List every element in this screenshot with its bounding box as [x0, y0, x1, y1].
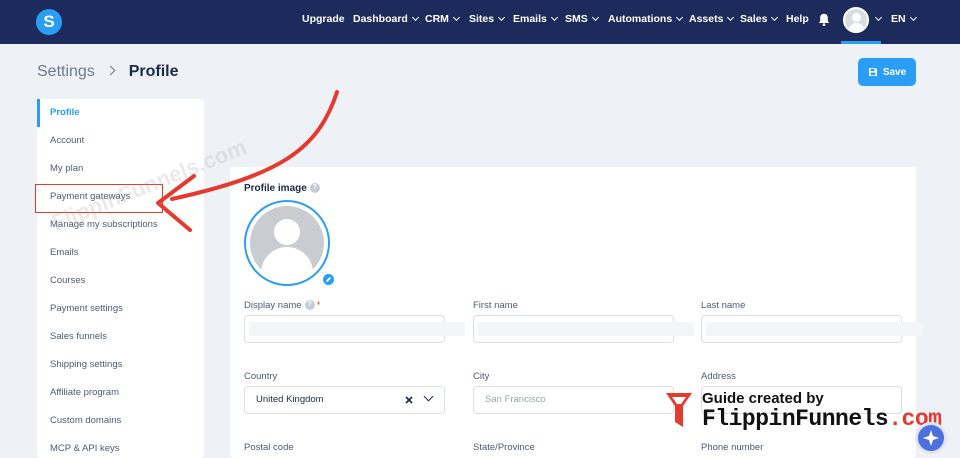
- chevron-down-icon: [550, 13, 558, 22]
- sparkle-icon: [923, 430, 939, 446]
- state-province-label: State/Province: [473, 442, 535, 453]
- guide-credit: Guide created by FlippinFunnels.com: [664, 388, 944, 436]
- sidebar-item-profile[interactable]: Profile: [50, 107, 80, 118]
- display-name-input[interactable]: [244, 315, 465, 343]
- active-item-indicator: [37, 99, 40, 127]
- chevron-down-icon: [771, 13, 779, 22]
- user-menu-chevron[interactable]: [871, 13, 883, 25]
- nav-sites[interactable]: Sites: [469, 13, 506, 25]
- nav-dashboard[interactable]: Dashboard: [353, 13, 419, 25]
- sidebar-item-mcp-api-keys[interactable]: MCP & API keys: [50, 443, 120, 454]
- nav-upgrade[interactable]: Upgrade: [302, 13, 345, 25]
- country-label: Country: [244, 371, 278, 382]
- brand-funnel-icon: [666, 393, 692, 427]
- nav-emails[interactable]: Emails: [513, 13, 558, 25]
- breadcrumb: Settings Profile: [37, 63, 179, 81]
- user-avatar[interactable]: [843, 7, 869, 33]
- nav-assets[interactable]: Assets: [689, 13, 735, 25]
- sidebar-item-emails[interactable]: Emails: [50, 247, 79, 258]
- nav-sales[interactable]: Sales: [740, 13, 779, 25]
- info-icon[interactable]: ?: [304, 300, 315, 311]
- active-indicator: [841, 41, 881, 44]
- profile-image-label: Profile image?: [244, 183, 320, 194]
- settings-sidebar: Profile Account My plan Payment gateways…: [37, 99, 204, 458]
- phone-number-label: Phone number: [701, 442, 764, 453]
- pencil-icon[interactable]: [322, 273, 335, 286]
- chevron-right-icon: [105, 65, 116, 76]
- nav-crm[interactable]: CRM: [425, 13, 460, 25]
- guide-brand: FlippinFunnels.com: [702, 406, 942, 432]
- nav-sms[interactable]: SMS: [565, 13, 599, 25]
- city-label: City: [473, 371, 490, 382]
- sidebar-item-manage-subscriptions[interactable]: Manage my subscriptions: [50, 219, 158, 230]
- floppy-disk-icon: [868, 68, 877, 76]
- chevron-down-icon: [874, 13, 883, 22]
- chevron-down-icon: [411, 13, 419, 22]
- sidebar-item-shipping-settings[interactable]: Shipping settings: [50, 359, 122, 370]
- language-selector[interactable]: EN: [891, 13, 917, 25]
- last-name-label: Last name: [701, 300, 746, 311]
- city-input[interactable]: San Francisco: [473, 386, 674, 414]
- profile-image[interactable]: [244, 200, 330, 286]
- chevron-down-icon: [591, 13, 599, 22]
- sidebar-item-my-plan[interactable]: My plan: [50, 163, 83, 174]
- sidebar-item-account[interactable]: Account: [50, 135, 84, 146]
- display-name-label: Display name? *: [244, 300, 321, 311]
- top-navigation-bar: S Upgrade Dashboard CRM Sites Emails SMS…: [0, 0, 960, 44]
- info-icon[interactable]: ?: [309, 183, 320, 194]
- page-title: Profile: [128, 63, 179, 80]
- chevron-down-icon: [498, 13, 506, 22]
- chevron-down-icon[interactable]: [423, 391, 434, 402]
- bell-icon[interactable]: [818, 13, 830, 26]
- chevron-down-icon: [452, 13, 460, 22]
- save-button[interactable]: Save: [858, 58, 916, 86]
- sidebar-item-custom-domains[interactable]: Custom domains: [50, 415, 121, 426]
- nav-help[interactable]: Help: [786, 13, 809, 25]
- assistant-button[interactable]: [915, 422, 947, 454]
- sidebar-item-payment-settings[interactable]: Payment settings: [50, 303, 123, 314]
- postal-code-label: Postal code: [244, 442, 294, 453]
- close-icon[interactable]: [404, 395, 414, 405]
- chevron-down-icon: [727, 13, 735, 22]
- breadcrumb-settings[interactable]: Settings: [37, 63, 95, 80]
- app-logo[interactable]: S: [36, 9, 62, 35]
- last-name-input[interactable]: [701, 315, 922, 343]
- guide-caption: Guide created by: [702, 390, 824, 407]
- profile-banner: [230, 99, 916, 167]
- chevron-down-icon: [909, 13, 917, 22]
- nav-automations[interactable]: Automations: [608, 13, 684, 25]
- country-select[interactable]: United Kingdom: [244, 386, 445, 414]
- chevron-down-icon: [676, 13, 684, 22]
- first-name-input[interactable]: [473, 315, 694, 343]
- first-name-label: First name: [473, 300, 518, 311]
- sidebar-item-affiliate-program[interactable]: Affiliate program: [50, 387, 119, 398]
- sidebar-item-sales-funnels[interactable]: Sales funnels: [50, 331, 107, 342]
- sidebar-item-courses[interactable]: Courses: [50, 275, 85, 286]
- address-label: Address: [701, 371, 736, 382]
- highlight-box: [35, 184, 163, 213]
